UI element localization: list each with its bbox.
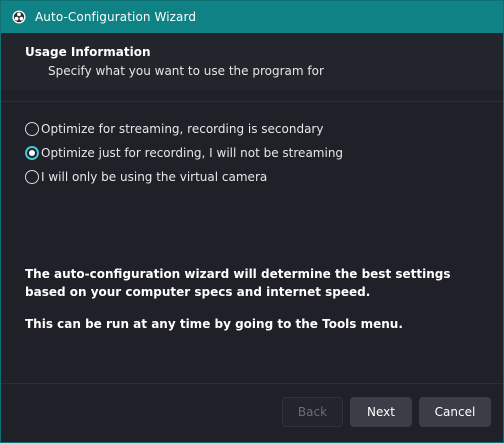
- radio-recording[interactable]: [25, 146, 39, 160]
- window-title: Auto-Configuration Wizard: [35, 10, 197, 24]
- option-streaming-label: Optimize for streaming, recording is sec…: [41, 122, 324, 136]
- option-recording-label: Optimize just for recording, I will not …: [41, 146, 344, 160]
- wizard-header: Usage Information Specify what you want …: [1, 33, 503, 90]
- cancel-button[interactable]: Cancel: [419, 397, 491, 427]
- back-button[interactable]: Back: [282, 397, 343, 427]
- option-streaming[interactable]: Optimize for streaming, recording is sec…: [25, 117, 343, 141]
- radio-streaming[interactable]: [25, 122, 39, 136]
- usage-options: Optimize for streaming, recording is sec…: [25, 117, 343, 189]
- option-virtual-camera-label: I will only be using the virtual camera: [41, 170, 268, 184]
- obs-logo-icon: [12, 10, 26, 24]
- info-text: The auto-configuration wizard will deter…: [25, 265, 485, 347]
- page-subtitle: Specify what you want to use the program…: [48, 64, 324, 78]
- info-line-2: This can be run at any time by going to …: [25, 317, 403, 331]
- wizard-window: Auto-Configuration Wizard Usage Informat…: [0, 0, 504, 443]
- header-divider: [1, 101, 503, 102]
- wizard-footer: Back Next Cancel: [1, 384, 503, 442]
- title-bar[interactable]: Auto-Configuration Wizard: [1, 1, 503, 33]
- next-button[interactable]: Next: [350, 397, 412, 427]
- option-recording[interactable]: Optimize just for recording, I will not …: [25, 141, 343, 165]
- page-title: Usage Information: [25, 45, 151, 59]
- option-virtual-camera[interactable]: I will only be using the virtual camera: [25, 165, 343, 189]
- info-line-1: The auto-configuration wizard will deter…: [25, 267, 451, 299]
- radio-virtual-camera[interactable]: [25, 170, 39, 184]
